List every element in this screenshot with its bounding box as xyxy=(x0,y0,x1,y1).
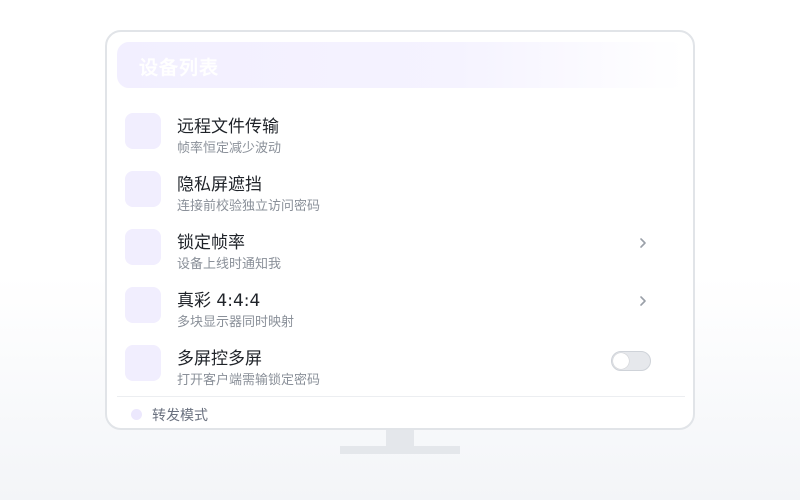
chevron-right-icon[interactable] xyxy=(636,233,650,253)
chevron-right-icon[interactable] xyxy=(636,291,650,311)
title-bar: 设备列表 xyxy=(117,42,685,88)
divider xyxy=(117,396,685,397)
page-title: 设备列表 xyxy=(139,57,220,79)
item-icon-placeholder xyxy=(125,287,161,323)
monitor-stand-base xyxy=(340,446,460,454)
toggle-switch[interactable] xyxy=(611,351,651,371)
list-item-true-color[interactable]: 真彩 4:4:4 多块显示器同时映射 xyxy=(107,276,693,334)
footer-label: 转发模式 xyxy=(152,408,208,424)
toggle-knob xyxy=(613,353,629,369)
list-item-multi-screen[interactable]: 多屏控多屏 打开客户端需输锁定密码 xyxy=(107,334,693,392)
list-item-privacy-screen[interactable]: 隐私屏遮挡 连接前校验独立访问密码 xyxy=(107,160,693,218)
item-subtitle: 帧率恒定减少波动 xyxy=(177,141,282,156)
stage: 设备列表 远程文件传输 帧率恒定减少波动 隐私屏遮挡 连接前校验独立访问密码 锁… xyxy=(0,0,800,500)
item-title: 隐私屏遮挡 xyxy=(177,175,262,195)
item-icon-placeholder xyxy=(125,113,161,149)
item-subtitle: 打开客户端需输锁定密码 xyxy=(177,373,321,388)
item-icon-placeholder xyxy=(125,229,161,265)
item-title: 多屏控多屏 xyxy=(177,349,262,369)
item-title: 远程文件传输 xyxy=(177,117,279,137)
status-dot-icon xyxy=(131,409,142,420)
item-title: 锁定帧率 xyxy=(177,233,245,253)
item-subtitle: 连接前校验独立访问密码 xyxy=(177,199,321,214)
item-icon-placeholder xyxy=(125,345,161,381)
list-item-lock-framerate[interactable]: 锁定帧率 设备上线时通知我 xyxy=(107,218,693,276)
list-item-remote-file-transfer[interactable]: 远程文件传输 帧率恒定减少波动 xyxy=(107,102,693,160)
monitor-frame: 设备列表 远程文件传输 帧率恒定减少波动 隐私屏遮挡 连接前校验独立访问密码 锁… xyxy=(105,30,695,430)
item-subtitle: 设备上线时通知我 xyxy=(177,257,282,272)
item-icon-placeholder xyxy=(125,171,161,207)
item-subtitle: 多块显示器同时映射 xyxy=(177,315,295,330)
item-title: 真彩 4:4:4 xyxy=(177,291,261,311)
